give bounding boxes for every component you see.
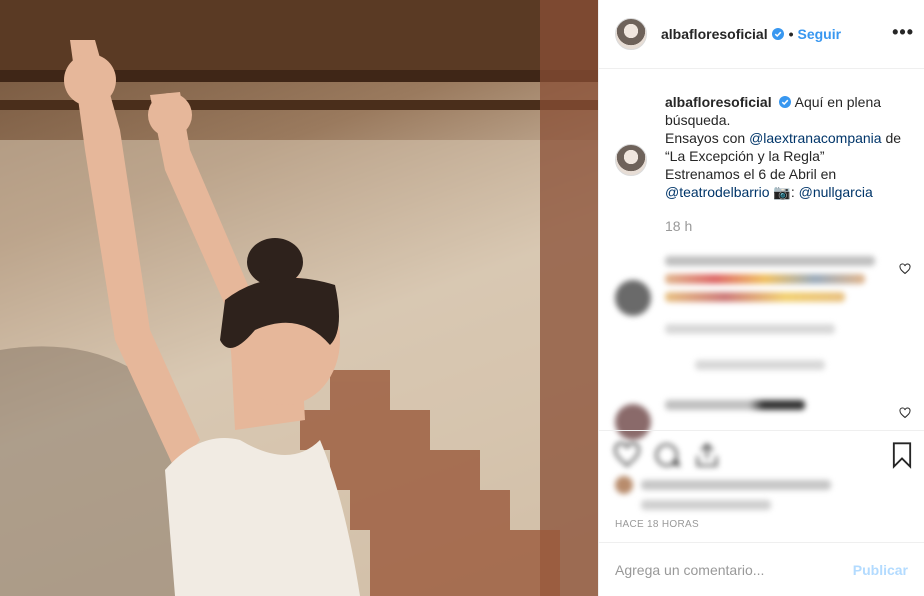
verified-badge-icon: [779, 96, 792, 108]
brick-column: [540, 0, 598, 596]
comment-text-blurred: [665, 400, 815, 410]
avatar[interactable]: [615, 18, 647, 50]
share-icon[interactable]: [693, 441, 721, 469]
caption-text: albafloresoficial Aquí en plena búsqueda…: [665, 93, 915, 235]
follow-button[interactable]: Seguir: [798, 26, 842, 42]
post-photo[interactable]: [0, 0, 598, 596]
credit-separator: :: [790, 184, 799, 200]
add-comment-bar: Publicar: [599, 542, 924, 596]
instagram-post: albafloresoficial • Seguir ••• albaflore…: [0, 0, 924, 596]
post-photo-illustration: [0, 0, 598, 596]
comment-text-blurred: [665, 256, 885, 370]
like-heart-icon[interactable]: [613, 441, 641, 469]
caption-line-3: “La Excepción y la Regla”: [665, 148, 825, 164]
header-username[interactable]: albafloresoficial: [661, 26, 768, 42]
action-bar: [599, 430, 924, 480]
post-side-panel: albafloresoficial • Seguir ••• albaflore…: [598, 0, 924, 596]
more-options-icon[interactable]: •••: [892, 22, 914, 43]
caption-line-4: Estrenamos el 6 de Abril en: [665, 166, 837, 182]
comment-input[interactable]: [615, 561, 853, 578]
publish-button[interactable]: Publicar: [853, 562, 908, 578]
caption-line-2-suffix: de: [881, 130, 902, 146]
post-header: albafloresoficial • Seguir •••: [599, 0, 924, 69]
mention-laextranacompania[interactable]: @laextranacompania: [749, 130, 882, 146]
verified-badge-icon: [771, 28, 784, 40]
mention-nullgarcia[interactable]: @nullgarcia: [799, 184, 873, 200]
like-comment-heart-icon[interactable]: [899, 263, 911, 275]
caption: albafloresoficial Aquí en plena búsqueda…: [615, 93, 915, 235]
comment-bubble-icon[interactable]: [653, 441, 681, 469]
mention-teatrodelbarrio[interactable]: @teatrodelbarrio: [665, 184, 770, 200]
header-separator: •: [788, 26, 794, 42]
likes-summary-blurred: [615, 476, 831, 510]
post-timestamp[interactable]: Hace 18 horas: [615, 519, 699, 530]
caption-time[interactable]: 18 h: [665, 217, 915, 235]
comment-avatar: [615, 280, 651, 316]
bookmark-icon[interactable]: [888, 441, 916, 469]
caption-avatar[interactable]: [615, 144, 647, 176]
like-comment-heart-icon[interactable]: [899, 407, 911, 419]
camera-icon: 📷: [773, 184, 791, 200]
caption-username[interactable]: albafloresoficial: [665, 94, 772, 110]
caption-line-2-prefix: Ensayos con: [665, 130, 750, 146]
